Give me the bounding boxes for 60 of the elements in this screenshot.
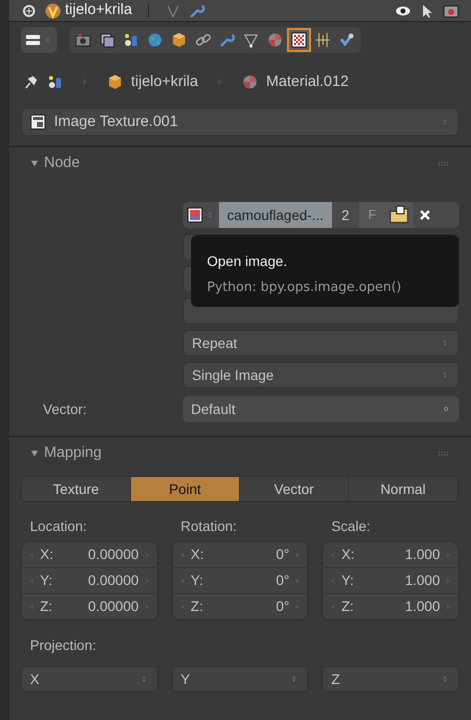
texture-selector[interactable]: Image Texture.001 xyxy=(21,108,459,136)
object-name[interactable]: tijelo+krila xyxy=(65,0,132,21)
wrench-icon xyxy=(219,32,235,48)
projection-dropdown[interactable]: X xyxy=(21,666,158,692)
globe-icon xyxy=(147,32,163,48)
cube-icon xyxy=(107,74,123,90)
shapes-icon xyxy=(123,32,139,48)
wrench-icon xyxy=(189,2,206,18)
tooltip-title: Open image. xyxy=(207,252,288,271)
sphere-icon xyxy=(267,32,283,48)
vector-socket-field[interactable]: Default xyxy=(183,396,459,422)
mapping-type-tab[interactable]: Normal xyxy=(349,477,458,501)
vector-label: Vector: xyxy=(42,400,88,418)
camera-icon xyxy=(443,2,459,18)
editor-type-selector[interactable] xyxy=(21,27,57,53)
number-field[interactable]: X: 1.000 xyxy=(323,542,458,568)
user-count[interactable]: 2 xyxy=(332,202,360,228)
mapping-type-tab[interactable]: Point xyxy=(131,477,240,501)
pin-icon xyxy=(23,74,39,90)
camera-icon xyxy=(75,32,91,48)
projection-dropdown[interactable]: Z xyxy=(322,666,459,692)
number-field[interactable]: Y: 0.00000 xyxy=(22,568,157,594)
number-field[interactable]: Y: 1.000 xyxy=(323,568,458,594)
group-label: Location: xyxy=(29,517,88,536)
check-ball-icon xyxy=(339,32,355,48)
plus-circle-icon xyxy=(21,2,37,18)
shapes-icon xyxy=(47,74,63,90)
dropdown[interactable]: Single Image xyxy=(183,362,459,388)
projection-label: Projection: xyxy=(29,636,98,655)
breadcrumb-item[interactable]: Material.012 xyxy=(266,70,349,94)
number-field[interactable]: Y: 0° xyxy=(172,568,308,594)
image-icon xyxy=(187,207,203,223)
chain-link-icon xyxy=(195,32,211,48)
image-name-field[interactable]: camouflaged-... xyxy=(219,202,332,228)
tooltip-python: Python: bpy.ops.image.open() xyxy=(207,279,402,297)
context-tab[interactable] xyxy=(287,28,311,52)
panel-title[interactable]: Node xyxy=(44,152,433,175)
photo-stack-icon xyxy=(99,32,115,48)
triangle-vertices-icon xyxy=(243,32,259,48)
properties-icon xyxy=(25,32,41,48)
checkerboard-icon xyxy=(291,32,307,48)
number-field[interactable]: Z: 0° xyxy=(172,594,308,620)
folder-icon xyxy=(389,205,410,225)
group-label: Scale: xyxy=(330,517,372,536)
breadcrumb-item[interactable]: tijelo+krila xyxy=(131,70,198,94)
vertex-group-icon xyxy=(45,2,61,18)
dropdown[interactable]: Repeat xyxy=(183,330,459,356)
panel-title[interactable]: Mapping xyxy=(44,442,433,465)
cube-icon xyxy=(171,32,187,48)
group-label: Rotation: xyxy=(180,517,238,536)
open-image-button[interactable] xyxy=(385,202,414,228)
number-field[interactable]: Z: 0.00000 xyxy=(22,594,157,620)
sphere-icon xyxy=(242,74,258,90)
number-field[interactable]: X: 0.00000 xyxy=(22,542,157,568)
texture-icon xyxy=(30,114,46,130)
mapping-type-tab[interactable]: Vector xyxy=(240,477,349,501)
projection-dropdown[interactable]: Y xyxy=(172,666,308,692)
number-field[interactable]: X: 0° xyxy=(172,542,308,568)
socket-icon xyxy=(441,404,451,414)
number-field[interactable]: Z: 1.000 xyxy=(323,594,458,620)
